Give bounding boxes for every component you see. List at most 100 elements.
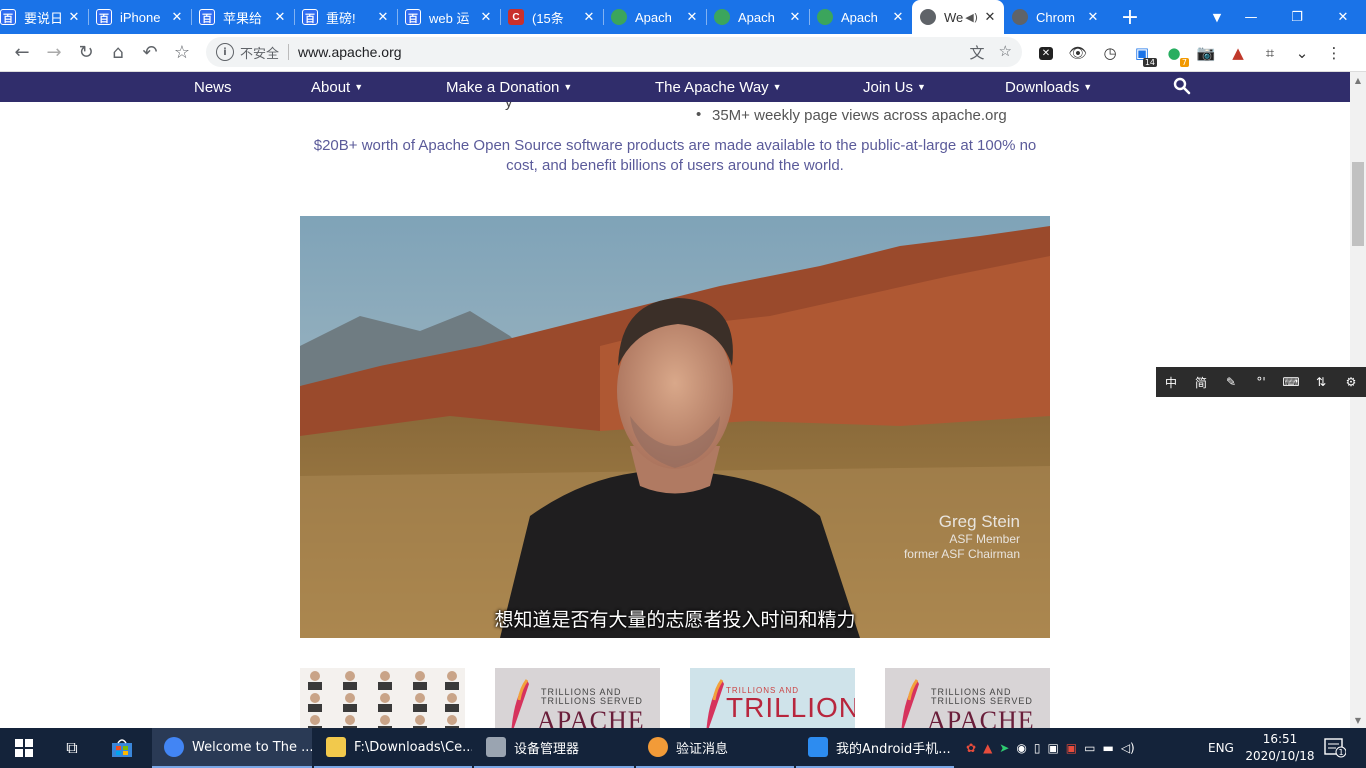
restore-button[interactable]: ❐ (1274, 0, 1320, 34)
tray-app-icon[interactable]: ✿ (966, 741, 976, 755)
nav-item-apache-way[interactable]: The Apache Way ▼ (655, 79, 782, 96)
video-thumbnail[interactable]: TRILLIONS AND TRILLIONS (690, 668, 855, 728)
close-tab-icon[interactable]: ✕ (581, 10, 597, 25)
chevron-double-down-icon[interactable]: ⌄ (1286, 37, 1318, 69)
video-thumbnail[interactable]: TRILLIONS AND TRILLIONS SERVED APACHE (495, 668, 660, 728)
thumbnail-title: APACHE (537, 706, 645, 728)
close-tab-icon[interactable]: ✕ (684, 10, 700, 25)
ime-chinese-mode[interactable]: 中 (1156, 374, 1186, 391)
color-picker-extension-icon[interactable]: ● 7 (1158, 37, 1190, 69)
back-arrow-icon[interactable]: ← (6, 37, 38, 69)
calendar-extension-icon[interactable]: ▣ 14 (1126, 37, 1158, 69)
taskbar-app-verify[interactable]: 验证消息 (636, 728, 794, 768)
scroll-thumb[interactable] (1352, 162, 1364, 246)
caret-down-icon: ▼ (1083, 81, 1093, 92)
ime-settings-gear-icon[interactable]: ⚙ (1336, 375, 1366, 389)
nav-item-about[interactable]: About ▼ (311, 79, 363, 96)
qq-penguin-icon[interactable]: ◉ (1016, 741, 1026, 755)
ime-pen-icon[interactable]: ✎ (1216, 375, 1246, 389)
close-tab-icon[interactable]: ✕ (982, 10, 998, 25)
search-icon[interactable] (1173, 77, 1191, 95)
clock-icon[interactable]: ◷ (1094, 37, 1126, 69)
close-tab-icon[interactable]: ✕ (787, 10, 803, 25)
info-icon[interactable]: i (216, 43, 234, 61)
close-tab-icon[interactable]: ✕ (478, 10, 494, 25)
video-thumbnail[interactable]: TRILLIONS AND TRILLIONS SERVED APACHE (885, 668, 1050, 728)
taskbar-app-chrome[interactable]: Welcome to The ... (152, 728, 312, 768)
close-tab-icon[interactable]: ✕ (890, 10, 906, 25)
close-tab-icon[interactable]: ✕ (66, 10, 82, 25)
scroll-up-arrow-icon[interactable]: ▲ (1350, 72, 1366, 88)
nav-item-news[interactable]: News (194, 79, 232, 96)
browser-tab[interactable]: 百 重磅! ✕ (294, 0, 397, 34)
close-window-button[interactable]: ✕ (1320, 0, 1366, 34)
tray-app-icon[interactable]: ▣ (1047, 741, 1058, 755)
globe-favicon-icon (920, 9, 936, 25)
ime-simplified-mode[interactable]: 简 (1186, 374, 1216, 391)
close-tab-icon[interactable]: ✕ (375, 10, 391, 25)
browser-tab[interactable]: Apach ✕ (706, 0, 809, 34)
undo-icon[interactable]: ↶ (134, 37, 166, 69)
new-tab-button[interactable]: + (1107, 0, 1153, 34)
video-thumbnail[interactable] (300, 668, 465, 728)
language-indicator[interactable]: ENG (1208, 728, 1234, 768)
url-text[interactable]: www.apache.org (298, 44, 402, 60)
camera-icon[interactable]: 📷 (1190, 37, 1222, 69)
windows-start-icon[interactable] (0, 728, 48, 768)
close-tab-icon[interactable]: ✕ (169, 10, 185, 25)
network-icon[interactable]: ▭ (1084, 741, 1095, 755)
scroll-down-arrow-icon[interactable]: ▼ (1350, 712, 1366, 728)
ime-punctuation-icon[interactable]: °' (1246, 375, 1276, 389)
bookmark-star-icon[interactable]: ☆ (999, 42, 1012, 63)
store-icon[interactable] (96, 728, 148, 768)
browser-tab[interactable]: Apach ✕ (809, 0, 912, 34)
browser-tab[interactable]: Chrom ✕ (1004, 0, 1107, 34)
home-icon[interactable]: ⌂ (102, 37, 134, 69)
taskbar-app-explorer[interactable]: F:\Downloads\Ce... (314, 728, 472, 768)
nav-item-donation[interactable]: Make a Donation ▼ (446, 79, 572, 96)
close-extension-icon[interactable]: ✕ (1030, 37, 1062, 69)
notification-center-icon[interactable]: 1 (1324, 738, 1346, 758)
task-label: 我的Android手机... (836, 741, 951, 757)
tab-strip: 百 要说日 ✕ 百 iPhone ✕ 百 苹果给 ✕ 百 重磅! ✕ 百 web… (0, 0, 1366, 34)
menu-kebab-icon[interactable]: ⋮ (1318, 37, 1350, 69)
speaker-icon[interactable]: ◀) (965, 11, 978, 24)
caret-down-icon: ▼ (917, 81, 926, 92)
volume-icon[interactable]: ◁) (1121, 741, 1135, 755)
nav-item-join-us[interactable]: Join Us ▼ (863, 79, 926, 96)
browser-tab[interactable]: 百 要说日 ✕ (0, 0, 88, 34)
tray-app-icon[interactable]: ▣ (1066, 741, 1077, 755)
browser-tab[interactable]: C (15条 ✕ (500, 0, 603, 34)
security-label: 不安全 (240, 46, 280, 62)
tray-app-icon[interactable]: ▲ (983, 741, 992, 755)
crop-icon[interactable]: ⌗ (1254, 37, 1286, 69)
browser-tab-active[interactable]: We ◀) ✕ (912, 0, 1004, 34)
translate-icon[interactable]: 文 (970, 42, 985, 63)
tray-app-icon[interactable]: ➤ (999, 741, 1009, 755)
battery-icon[interactable]: ▬ (1102, 741, 1113, 755)
minimize-button[interactable]: — (1228, 0, 1274, 34)
bookmark-star-icon[interactable]: ☆ (166, 37, 198, 69)
browser-tab[interactable]: 百 苹果给 ✕ (191, 0, 294, 34)
video-player[interactable]: Greg Stein ASF Member former ASF Chairma… (300, 216, 1050, 638)
address-bar[interactable]: i 不安全 www.apache.org 文 ☆ (206, 37, 1022, 67)
reload-icon[interactable]: ↻ (70, 37, 102, 69)
ime-toolbox-icon[interactable]: ⇅ (1306, 375, 1336, 389)
close-tab-icon[interactable]: ✕ (272, 10, 288, 25)
browser-tab[interactable]: 百 web 运 ✕ (397, 0, 500, 34)
close-tab-icon[interactable]: ✕ (1085, 10, 1101, 25)
browser-tab[interactable]: Apach ✕ (603, 0, 706, 34)
usb-icon[interactable]: ▯ (1034, 741, 1041, 755)
taskbar-app-android[interactable]: 我的Android手机... (796, 728, 954, 768)
page-scrollbar[interactable]: ▲ ▼ (1350, 72, 1366, 728)
browser-tab[interactable]: 百 iPhone ✕ (88, 0, 191, 34)
pdf-icon[interactable]: ▲ (1222, 37, 1254, 69)
forward-arrow-icon[interactable]: → (38, 37, 70, 69)
task-view-icon[interactable]: ⧉ (48, 728, 96, 768)
eye-icon[interactable]: 👁 (1062, 37, 1094, 69)
system-clock[interactable]: 16:51 2020/10/18 (1240, 731, 1320, 765)
thumbnail-title: APACHE (927, 706, 1035, 728)
taskbar-app-device-manager[interactable]: 设备管理器 (474, 728, 634, 768)
nav-item-downloads[interactable]: Downloads ▼ (1005, 79, 1092, 96)
ime-keyboard-icon[interactable]: ⌨ (1276, 375, 1306, 389)
